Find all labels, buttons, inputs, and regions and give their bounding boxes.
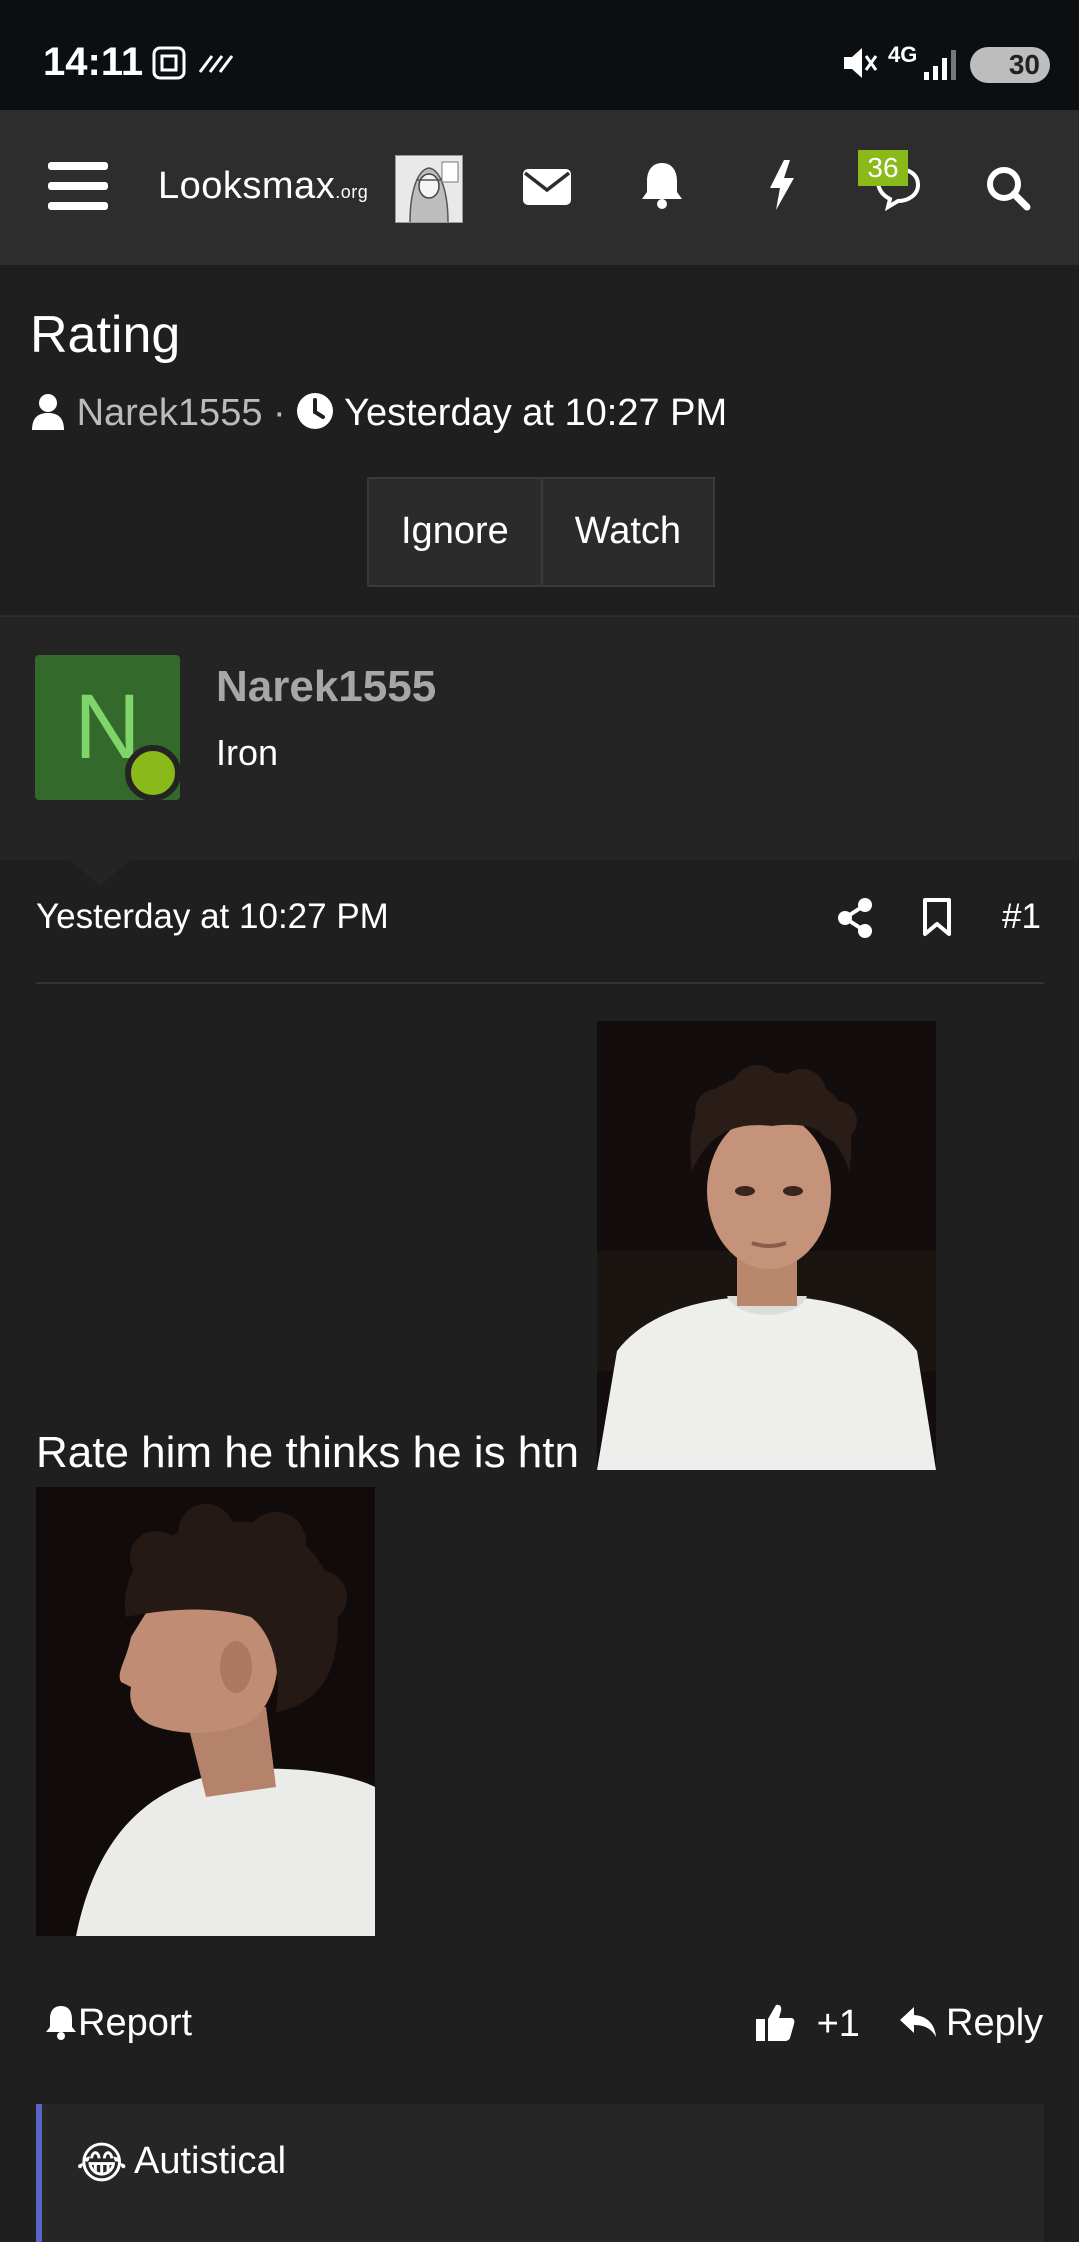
top-navbar: Looksmax.org 36 xyxy=(0,110,1079,265)
reaction-summary[interactable]: 😂 Autistical xyxy=(36,2104,1044,2242)
post-divider xyxy=(36,982,1044,984)
reply-label: Reply xyxy=(946,2002,1044,2044)
share-icon[interactable] xyxy=(836,898,874,938)
user-block-pointer xyxy=(70,860,130,886)
side-profile-photo xyxy=(36,1487,375,1936)
front-portrait-photo xyxy=(597,1021,936,1470)
report-button[interactable]: Report xyxy=(44,2002,192,2045)
thread-title: Rating xyxy=(30,306,181,364)
like-button[interactable]: +1 xyxy=(754,2002,860,2046)
logo-suffix: .org xyxy=(335,182,369,202)
manga-avatar-image xyxy=(396,156,462,223)
meta-separator: · xyxy=(273,392,286,434)
menu-icon[interactable] xyxy=(48,158,108,214)
status-time: 14:11 xyxy=(43,40,144,84)
site-logo[interactable]: Looksmax.org xyxy=(158,165,368,208)
reaction-label: Autistical xyxy=(134,2140,287,2182)
user-avatar-thumbnail[interactable] xyxy=(395,155,463,223)
thread-meta: Narek1555 · Yesterday at 10:27 PM xyxy=(30,392,727,435)
post-date-link[interactable]: Yesterday at 10:27 PM xyxy=(36,897,389,937)
search-icon[interactable] xyxy=(985,165,1031,211)
post-user-block: N Narek1555 Iron xyxy=(0,615,1079,886)
post-body-text: Rate him he thinks he is htn xyxy=(36,1428,579,1477)
battery-level: 30 xyxy=(1008,49,1040,80)
bell-icon xyxy=(46,2006,76,2040)
reply-button[interactable]: Reply xyxy=(898,2002,1043,2045)
mail-icon[interactable] xyxy=(522,168,572,206)
network-type: 4G xyxy=(888,42,918,67)
user-icon xyxy=(32,394,64,430)
post-image-front[interactable] xyxy=(597,1021,936,1470)
thumbs-up-icon xyxy=(756,2004,795,2041)
bolt-icon[interactable] xyxy=(764,158,798,212)
post-number-link[interactable]: #1 xyxy=(1002,897,1041,937)
data-saver-icon xyxy=(198,55,234,73)
thread-action-buttons: Ignore Watch xyxy=(367,477,716,587)
status-bar: 14:11 4G 30 xyxy=(0,0,1079,110)
mute-icon xyxy=(844,48,878,78)
post-username[interactable]: Narek1555 xyxy=(216,662,436,712)
report-label: Report xyxy=(78,2002,193,2044)
clock-icon xyxy=(297,393,334,429)
watch-button[interactable]: Watch xyxy=(540,479,713,585)
logo-text: Looksmax xyxy=(158,165,336,207)
post-image-profile[interactable] xyxy=(36,1487,375,1936)
signal-icon xyxy=(924,50,956,80)
online-status-indicator xyxy=(125,745,181,801)
screenshot-icon xyxy=(152,46,186,80)
laughing-emoji-icon: 😂 xyxy=(76,2139,128,2188)
bell-icon[interactable] xyxy=(640,160,684,210)
thread-author-link[interactable]: Narek1555 xyxy=(77,392,263,434)
thread-date-link[interactable]: Yesterday at 10:27 PM xyxy=(344,392,727,434)
bookmark-icon[interactable] xyxy=(922,897,952,937)
battery-indicator: 30 xyxy=(970,47,1050,83)
user-rank: Iron xyxy=(216,732,279,773)
like-count: +1 xyxy=(816,2003,860,2045)
reply-icon xyxy=(900,2007,936,2037)
ignore-button[interactable]: Ignore xyxy=(369,479,541,585)
conversations-badge: 36 xyxy=(858,150,908,186)
